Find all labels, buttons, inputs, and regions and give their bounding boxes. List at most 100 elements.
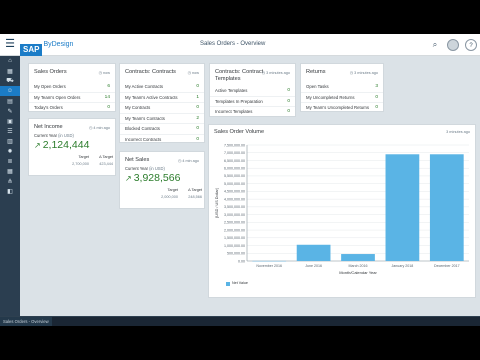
box-icon[interactable]: ▣ [0,116,20,126]
card-title: Returns [306,69,326,75]
logo-product-text: ByDesign [43,41,74,48]
hamburger-menu-icon[interactable]: ☰ [4,38,16,50]
page-title: Sales Orders - Overview [200,41,266,47]
chart-bar [341,254,375,261]
list-item[interactable]: Open Tasks 3 [301,81,383,92]
search-icon[interactable]: ⌕ [429,39,441,51]
list-item[interactable]: My Team's Uncompleted Returns 0 [301,102,383,113]
trend-up-icon: ↗ [34,141,41,150]
y-tick-label: 2,000,000.00 [224,228,245,232]
delta-target-block: Δ Target 423,444 [99,155,113,166]
delta-target-block: Δ Target 248,566 [188,188,202,199]
chart-icon[interactable]: ▥ [0,136,20,146]
card-timestamp: 3 minutes ago [262,70,290,75]
y-tick-label: 3,000,000.00 [224,213,245,217]
card-title: Contracts: Contract Templates [215,69,264,82]
list-item[interactable]: My Open Orders 6 [29,81,115,92]
kpi-subtitle: Current Year (in USD) [125,166,165,171]
sidebar: ⌂ ▦ ⛟ ☺ ▤ ✎ ▣ ☰ ▥ ✹ ≣ ▦ ⋔ ◧ [0,56,20,326]
list-item[interactable]: My Active Contracts 0 [120,81,204,92]
contacts-icon[interactable]: ☰ [0,126,20,136]
card-title: Net Sales [125,157,150,163]
list-item[interactable]: Incorrect Templates 0 [210,106,295,117]
list-item[interactable]: Incorrect Contracts 0 [120,133,204,145]
home-icon[interactable]: ⌂ [0,56,20,66]
card-title: Contracts: Contracts [125,69,176,75]
list-item[interactable]: Today's Orders 0 [29,102,115,113]
list-item[interactable]: My Uncompleted Returns 0 [301,91,383,103]
list-item[interactable]: Active Templates 0 [210,85,295,96]
y-tick-label: 7,000,000.00 [224,151,245,155]
x-tick-label: June 2016 [305,264,322,268]
list-icon[interactable]: ≣ [0,156,20,166]
y-tick-label: 1,500,000.00 [224,236,245,240]
sales-order-volume-card[interactable]: Sales Order Volume 3 minutes ago 0.00 500… [208,124,476,298]
card-title: Net Income [34,124,63,130]
calendar-icon[interactable]: ▦ [0,166,20,176]
net-income-card[interactable]: Net Income 4 min ago Current Year (in US… [28,118,116,176]
x-tick-label: November 2016 [256,264,282,268]
y-tick-label: 4,000,000.00 [224,197,245,201]
shell-bar: ☰ SAPByDesign Sales Orders - Overview ⌕ … [0,34,480,56]
app-screen: ☰ SAPByDesign Sales Orders - Overview ⌕ … [0,34,480,326]
cart-icon[interactable]: ⛟ [0,76,20,86]
kpi-value: ↗ 2,124,444 [34,139,90,151]
trend-up-icon: ↗ [125,174,132,183]
y-tick-label: 4,500,000.00 [224,190,245,194]
net-sales-card[interactable]: Net Sales 4 min ago Current Year (in USD… [119,151,205,209]
y-tick-label: 2,500,000.00 [224,221,245,225]
card-rows: My Open Orders 6 My Team's Open Orders 14 … [29,81,115,113]
y-tick-label: 6,000,000.00 [224,167,245,171]
card-timestamp: now [188,70,199,75]
y-tick-label: 5,500,000.00 [224,174,245,178]
x-tick-label: December 2017 [434,264,460,268]
logo-sap-text: SAP [20,44,43,56]
list-item[interactable]: My Contracts 0 [120,102,204,113]
legend-label: Net Value [232,281,248,285]
y-axis-title: [USD / US Dollar] [215,188,219,218]
sap-logo[interactable]: SAPByDesign [20,39,74,56]
y-tick-label: 6,500,000.00 [224,159,245,163]
x-axis-title: Month/Calendar Year [339,270,377,275]
y-tick-label: 500,000.00 [227,252,245,256]
taskbar-tab[interactable]: Sales Orders - Overview [0,317,52,326]
y-tick-label: 5,000,000.00 [224,182,245,186]
chart-bar [296,244,331,261]
avatar[interactable] [447,39,459,51]
bar-chart: 0.00 500,000.00 1,000,000.00 1,500,000.00 2,… [215,143,469,275]
list-item[interactable]: My Team's Active Contracts 1 [120,91,204,103]
card-rows: Active Templates 0 Templates In Preparati… [210,85,295,117]
person-icon[interactable]: ☺ [0,86,20,96]
help-icon[interactable]: ? [465,39,477,51]
gear-icon[interactable]: ✹ [0,146,20,156]
list-item[interactable]: Blocked Contracts 0 [120,123,204,134]
notes-icon[interactable]: ✎ [0,106,20,116]
card-timestamp: 3 minutes ago [350,70,378,75]
contract-templates-card[interactable]: Contracts: ContractTemplates 3 minutes a… [209,63,296,117]
tile-icon[interactable]: ▦ [0,66,20,76]
card-rows: My Active Contracts 0 My Team's Active Co… [120,81,204,144]
kpi-value: ↗ 3,928,566 [125,172,181,184]
sales-orders-card[interactable]: Sales Orders now My Open Orders6 My Team… [28,63,116,112]
share-icon[interactable]: ◧ [0,186,20,196]
y-tick-label: 7,500,000.00 [224,143,245,147]
returns-card[interactable]: Returns 3 minutes ago Open Tasks3 My Unc… [300,63,384,112]
chart-bar [429,154,464,261]
card-title: Sales Orders [34,69,67,75]
list-item[interactable]: Templates In Preparation 0 [210,95,295,107]
list-item[interactable]: My Team's Contracts 2 [120,112,204,124]
card-timestamp: 4 min ago [178,158,199,163]
chart-bar [385,154,420,261]
x-tick-label: March 2016 [349,264,368,268]
legend-swatch [226,282,230,286]
list-item[interactable]: My Team's Open Orders 14 [29,91,115,103]
main-content: Sales Orders now My Open Orders6 My Team… [20,56,480,326]
x-tick-label: January 2018 [392,264,414,268]
contracts-card[interactable]: Contracts: Contracts now My Active Contr… [119,63,205,143]
hierarchy-icon[interactable]: ⋔ [0,176,20,186]
document-icon[interactable]: ▤ [0,96,20,106]
card-timestamp: 4 min ago [89,125,110,130]
kpi-subtitle: Current Year (in USD) [34,133,74,138]
card-timestamp: now [99,70,110,75]
y-tick-label: 3,500,000.00 [224,205,245,209]
